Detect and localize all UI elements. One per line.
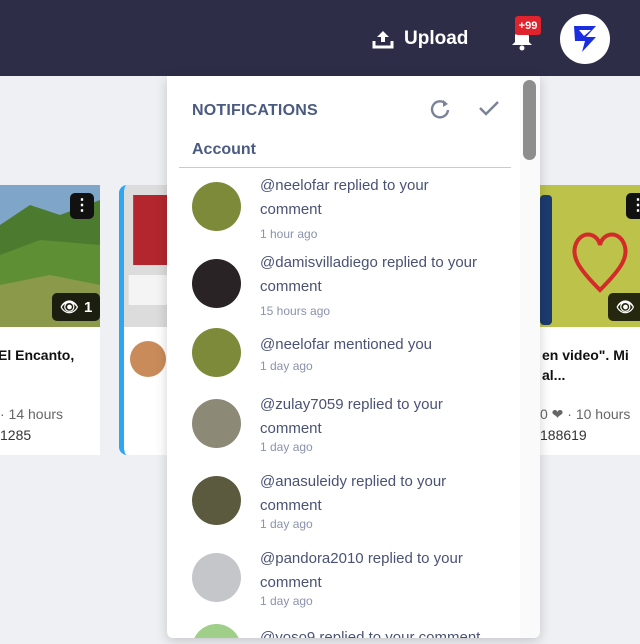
notification-time: 1 day ago [260,517,313,531]
notification-text: @anasuleidy replied to your comment [260,473,447,514]
user-avatar [192,182,241,231]
notification-count-badge: +99 [515,16,541,35]
notification-item[interactable]: @yoso9 replied to your comment [167,624,517,638]
refresh-icon[interactable] [429,98,451,125]
views-count: 1 [84,298,93,316]
video-card[interactable]: ⋮ 👁 1 El Encanto, · 14 hours 1285 [0,185,100,455]
notification-item[interactable]: @zulay7059 replied to your comment 1 day … [167,396,517,469]
notification-text: @neelofar mentioned you [260,336,433,353]
notification-text: @neelofar replied to your comment [260,177,429,218]
user-avatar [192,259,241,308]
notification-item[interactable]: @damisvilladiego replied to your comment … [167,254,517,327]
notification-item[interactable]: @neelofar mentioned you 1 day ago [167,328,517,378]
notification-time: 1 day ago [260,440,313,454]
notification-item[interactable]: @pandora2010 replied to your comment 1 da… [167,550,517,623]
notification-text: @pandora2010 replied to your comment [260,550,463,591]
more-options-button[interactable]: ⋮ [70,193,94,219]
notification-item[interactable]: @anasuleidy replied to your comment 1 day… [167,473,517,546]
notification-text: @damisvilladiego replied to your comment [260,254,478,295]
views-badge: 👁 1 [52,293,100,321]
notification-time: 15 hours ago [260,304,331,318]
user-avatar [192,476,241,525]
eye-icon: 👁 [616,299,636,316]
user-avatar [192,399,241,448]
eye-icon: 👁 [60,299,80,316]
card-title: en video". Mi [542,347,629,363]
upload-label: Upload [404,28,469,49]
card-title-line2: al... [542,367,566,383]
profile-logo[interactable] [560,14,610,64]
card-id: 188619 [540,427,587,443]
more-options-button[interactable]: ⋮ [626,193,640,219]
views-badge: 👁 1 [608,293,640,321]
author-avatar [130,341,166,377]
mark-all-read-icon[interactable] [477,98,501,123]
user-avatar [192,553,241,602]
scrollbar-thumb[interactable] [523,80,536,160]
divider [179,167,511,168]
card-id: 1285 [0,427,32,443]
card-meta: 0 ❤ · 10 hours [540,406,631,422]
notification-time: 1 day ago [260,359,313,373]
panel-title: NOTIFICATIONS [192,102,318,119]
card-title: El Encanto, [0,347,75,363]
notification-text: @zulay7059 replied to your comment [260,396,443,437]
notification-time: 1 day ago [260,594,313,608]
upload-button[interactable]: Upload [372,24,468,54]
user-avatar [192,624,241,638]
card-meta: · 14 hours [0,406,64,422]
scrollbar-track[interactable] [520,76,540,638]
video-card[interactable]: ⋮ 👁 1 en video". Mi al... 0 ❤ · 10 hours… [540,185,640,455]
notification-item[interactable]: @neelofar replied to your comment 1 hour … [167,177,517,250]
section-heading: Account [192,141,256,158]
notifications-panel: NOTIFICATIONS Account @neelofar replied … [167,76,540,638]
notification-text: @yoso9 replied to your comment [260,629,481,638]
upload-icon [372,31,394,49]
top-navbar: Upload +99 [0,0,640,76]
notification-time: 1 hour ago [260,227,318,241]
user-avatar [192,328,241,377]
logo-icon [574,26,596,52]
